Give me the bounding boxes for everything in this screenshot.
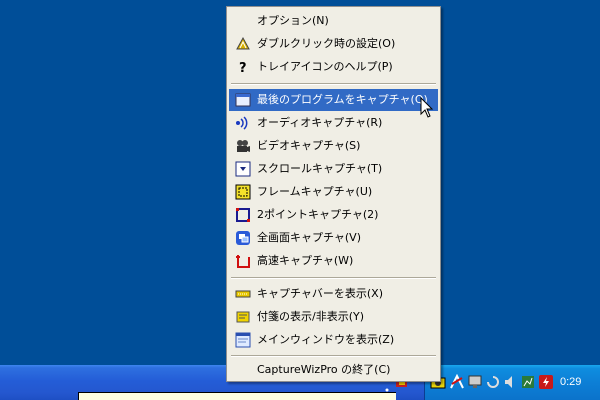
window-icon bbox=[235, 92, 251, 108]
double-click-icon bbox=[235, 36, 251, 52]
main-window-icon bbox=[235, 332, 251, 348]
fast-capture-icon bbox=[235, 253, 251, 269]
menu-item-label: ダブルクリック時の設定(O) bbox=[257, 37, 396, 50]
menu-item-label: 高速キャプチャ(W) bbox=[257, 254, 354, 267]
menu-item-label: ビデオキャプチャ(S) bbox=[257, 139, 361, 152]
menu-item-capture-last-program[interactable]: 最後のプログラムをキャプチャ(Q) bbox=[229, 89, 438, 111]
menu-item-fullscreen-capture[interactable]: 全画面キャプチャ(V) bbox=[229, 227, 438, 249]
menu-item-options[interactable]: オプション(N) bbox=[229, 10, 438, 32]
menu-item-label: フレームキャプチャ(U) bbox=[257, 185, 373, 198]
menu-item-label: 全画面キャプチャ(V) bbox=[257, 231, 361, 244]
menu-item-label: メインウィンドウを表示(Z) bbox=[257, 333, 395, 346]
flash-tray-icon[interactable] bbox=[538, 374, 554, 390]
scroll-capture-icon bbox=[235, 161, 251, 177]
network-tray-icon[interactable] bbox=[449, 373, 465, 390]
menu-item-exit[interactable]: CaptureWizPro の終了(C) bbox=[229, 359, 438, 381]
menu-item-fast-capture[interactable]: 高速キャプチャ(W) bbox=[229, 250, 438, 272]
menu-item-two-point-capture[interactable]: 2ポイントキャプチャ(2) bbox=[229, 204, 438, 226]
menu-item-label: CaptureWizPro の終了(C) bbox=[257, 363, 391, 376]
menu-item-scroll-capture[interactable]: スクロールキャプチャ(T) bbox=[229, 158, 438, 180]
menu-item-label: トレイアイコンのヘルプ(P) bbox=[257, 60, 393, 73]
tray-context-menu: オプション(N) ダブルクリック時の設定(O) ? トレイアイコンのヘルプ(P)… bbox=[226, 6, 441, 382]
sticky-note-icon bbox=[235, 309, 251, 325]
menu-item-double-click-settings[interactable]: ダブルクリック時の設定(O) bbox=[229, 33, 438, 55]
taskbar-window-button[interactable] bbox=[78, 392, 396, 400]
mouse-cursor-icon bbox=[420, 96, 434, 119]
menu-item-video-capture[interactable]: ビデオキャプチャ(S) bbox=[229, 135, 438, 157]
menu-item-label: キャプチャバーを表示(X) bbox=[257, 287, 384, 300]
menu-separator bbox=[231, 277, 436, 279]
monitor-tray-icon[interactable] bbox=[467, 374, 483, 390]
svg-text:?: ? bbox=[239, 61, 247, 75]
menu-item-audio-capture[interactable]: オーディオキャプチャ(R) bbox=[229, 112, 438, 134]
menu-item-toggle-sticky-notes[interactable]: 付箋の表示/非表示(Y) bbox=[229, 306, 438, 328]
menu-separator bbox=[231, 355, 436, 357]
menu-item-show-main-window[interactable]: メインウィンドウを表示(Z) bbox=[229, 329, 438, 351]
menu-item-frame-capture[interactable]: フレームキャプチャ(U) bbox=[229, 181, 438, 203]
menu-separator bbox=[231, 83, 436, 85]
graph-tray-icon[interactable] bbox=[520, 374, 536, 390]
menu-item-label: 付箋の表示/非表示(Y) bbox=[257, 310, 365, 323]
taskbar-clock[interactable]: 0:29 bbox=[560, 376, 581, 388]
menu-item-show-capture-bar[interactable]: キャプチャバーを表示(X) bbox=[229, 283, 438, 305]
video-camera-icon bbox=[235, 138, 251, 154]
menu-item-tray-icon-help[interactable]: ? トレイアイコンのヘルプ(P) bbox=[229, 56, 438, 78]
fullscreen-capture-icon bbox=[235, 230, 251, 246]
menu-item-label: 2ポイントキャプチャ(2) bbox=[257, 208, 379, 221]
menu-item-label: スクロールキャプチャ(T) bbox=[257, 162, 383, 175]
speaker-tray-icon[interactable] bbox=[503, 374, 519, 390]
menu-item-label: 最後のプログラムをキャプチャ(Q) bbox=[257, 93, 428, 106]
capture-bar-icon bbox=[235, 286, 251, 302]
menu-item-label: オプション(N) bbox=[257, 14, 329, 27]
two-point-capture-icon bbox=[235, 207, 251, 223]
menu-item-label: オーディオキャプチャ(R) bbox=[257, 116, 383, 129]
help-icon: ? bbox=[235, 59, 251, 76]
frame-capture-icon bbox=[235, 184, 251, 200]
audio-icon bbox=[235, 115, 251, 131]
swirl-tray-icon[interactable] bbox=[485, 374, 501, 390]
